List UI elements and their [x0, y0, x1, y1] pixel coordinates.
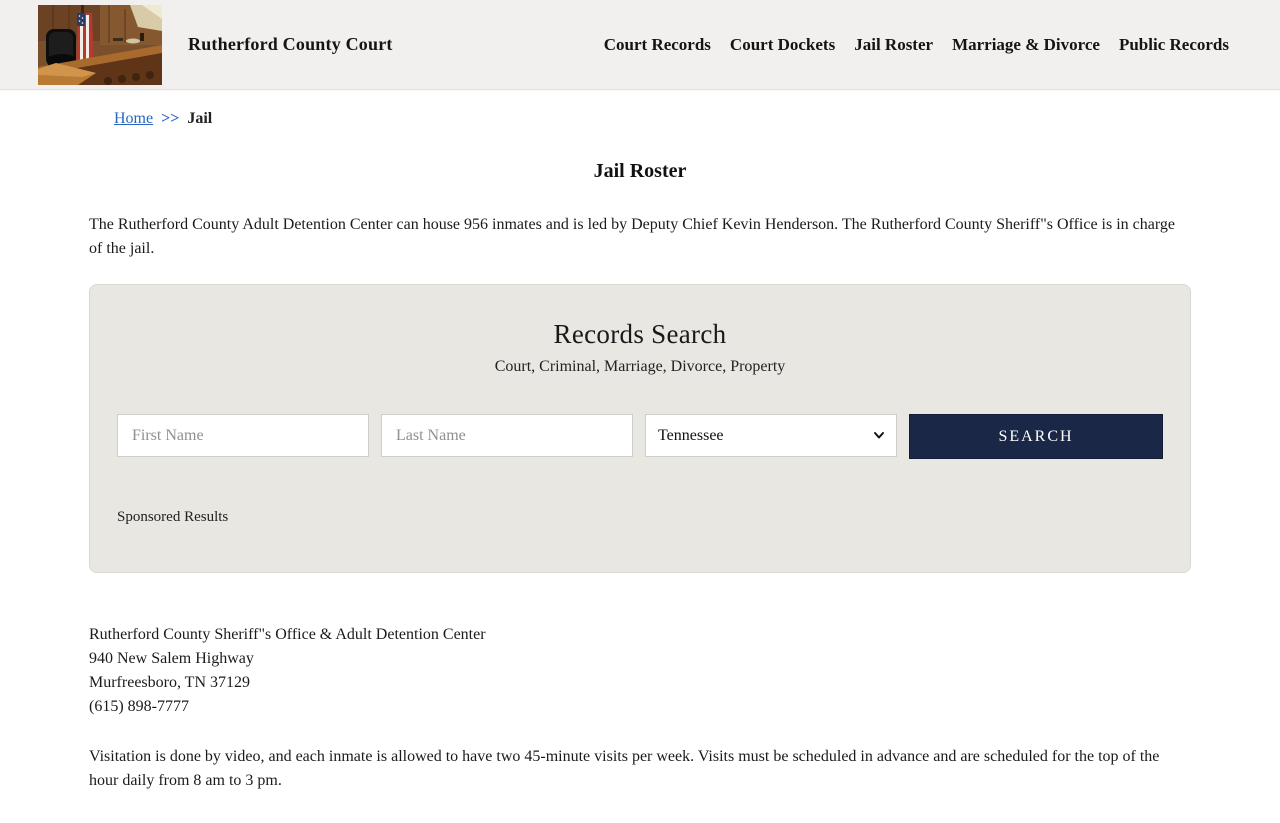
- brand-group: Rutherford County Court: [38, 4, 393, 85]
- nav-item-public-records[interactable]: Public Records: [1119, 35, 1229, 55]
- first-name-field-wrap: [117, 414, 369, 457]
- nav-item-court-records[interactable]: Court Records: [604, 35, 711, 55]
- records-search-form: Tennessee SEARCH: [117, 414, 1163, 459]
- state-select[interactable]: Tennessee: [645, 414, 897, 457]
- courtroom-logo-image: [38, 4, 162, 85]
- breadcrumb-home-link[interactable]: Home: [114, 110, 153, 127]
- nav-item-marriage-divorce[interactable]: Marriage & Divorce: [952, 35, 1100, 55]
- contact-block: Rutherford County Sheriff"s Office & Adu…: [89, 623, 1191, 719]
- main-nav: Court Records Court Dockets Jail Roster …: [604, 35, 1229, 55]
- records-search-subtitle: Court, Criminal, Marriage, Divorce, Prop…: [494, 358, 786, 375]
- last-name-input[interactable]: [381, 414, 633, 457]
- search-button[interactable]: SEARCH: [909, 414, 1163, 459]
- contact-city-state-zip: Murfreesboro, TN 37129: [89, 674, 251, 691]
- first-name-input[interactable]: [117, 414, 369, 457]
- courtroom-photo: [38, 4, 162, 85]
- records-search-title: Records Search: [553, 319, 727, 349]
- contact-street: 940 New Salem Highway: [89, 650, 254, 667]
- site-brand-title: Rutherford County Court: [188, 34, 393, 54]
- visitation-paragraph: Visitation is done by video, and each in…: [89, 748, 1160, 789]
- sponsored-results-label: Sponsored Results: [117, 509, 229, 525]
- breadcrumb-current: Jail: [187, 110, 213, 127]
- contact-facility-name: Rutherford County Sheriff"s Office & Adu…: [89, 626, 486, 643]
- records-search-panel: Records Search Court, Criminal, Marriage…: [89, 284, 1191, 573]
- page-title: Jail Roster: [593, 160, 687, 182]
- breadcrumb: Home >> Jail: [89, 110, 1191, 128]
- main-content: Home >> Jail Jail Roster The Rutherford Co…: [89, 110, 1191, 793]
- site-header: Rutherford County Court Court Records Co…: [0, 0, 1280, 90]
- nav-item-court-dockets[interactable]: Court Dockets: [730, 35, 835, 55]
- contact-phone: (615) 898-7777: [89, 698, 189, 715]
- breadcrumb-separator: >>: [161, 110, 180, 127]
- nav-item-jail-roster[interactable]: Jail Roster: [854, 35, 933, 55]
- intro-paragraph: The Rutherford County Adult Detention Ce…: [89, 216, 1176, 257]
- last-name-field-wrap: [381, 414, 633, 457]
- state-select-wrap: Tennessee: [645, 414, 897, 457]
